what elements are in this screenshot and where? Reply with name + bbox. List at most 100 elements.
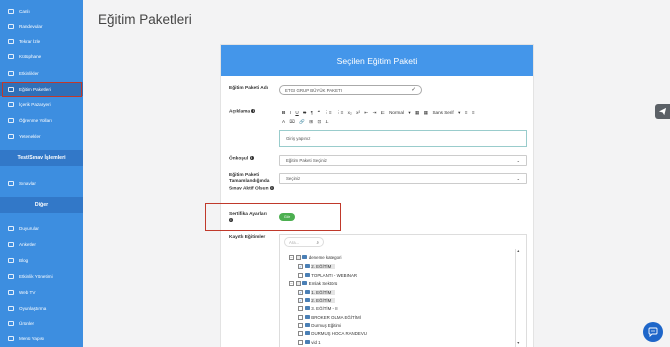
toolbar-button[interactable]: ▾ <box>458 110 460 116</box>
toolbar-button[interactable]: ⊡ <box>318 119 322 125</box>
sidebar-item-label: Tekrar İzle <box>19 38 41 44</box>
toolbar-button[interactable]: ⋮≡ <box>336 110 343 116</box>
sidebar-item-label: Etkinlikler <box>19 70 39 76</box>
collapse-icon[interactable]: − <box>289 280 294 286</box>
sidebar-item-label: Blog <box>19 257 29 263</box>
tree-node[interactable]: 3. EĞİTİM - II <box>298 304 342 312</box>
sidebar-item[interactable]: Sınavlar <box>0 176 83 190</box>
sidebar-item[interactable]: Öğrenme Yolları <box>0 113 83 127</box>
sidebar-item[interactable]: Tekrar İzle <box>0 34 83 48</box>
sidebar-item[interactable]: Oyunlaştırma <box>0 301 83 315</box>
tree-checkbox[interactable] <box>298 330 303 336</box>
toolbar-button[interactable]: ≡ <box>465 110 468 115</box>
description-editor: B I U S ¶ ❝ ⋮≡ ⋮≡ x₂ x² ⇤ ⇥ ⇇ Normal ▾ ▦ ▦ Sans Serif ▾ ≡ ≡ … <box>279 108 527 149</box>
sidebar-item[interactable]: Menü Yapısı <box>0 331 83 345</box>
toolbar-button[interactable]: ▾ <box>408 110 410 116</box>
sidebar-item[interactable]: Etkinlikler <box>0 66 83 80</box>
sidebar-item-label: İçerik Pazaryeri <box>19 101 51 107</box>
name-label: Eğitim Paketi Adı <box>229 86 269 91</box>
toolbar-button[interactable]: Normal <box>389 110 404 115</box>
sidebar-item[interactable]: Duyurular <box>0 221 83 235</box>
sidebar-item[interactable]: Blog <box>0 253 83 267</box>
info-icon: i <box>229 218 233 223</box>
exam-icon <box>8 180 14 186</box>
tree-node-label: 1. EĞİTİM <box>311 289 336 295</box>
tree-checkbox[interactable] <box>298 305 303 311</box>
tree-node-label: vid 1 <box>311 339 321 345</box>
sidebar-item[interactable]: Randevular <box>0 19 83 33</box>
tree-node[interactable]: ✓ 1. EĞİTİM <box>298 288 336 296</box>
chat-icon <box>648 327 658 337</box>
prereq-label: Önkoşul i <box>229 156 254 162</box>
tree-node[interactable]: DURMUŞ HOCA RANDEVU <box>298 329 371 337</box>
toolbar-button[interactable]: S <box>303 110 306 115</box>
tree-node[interactable]: − deneme kategori <box>289 253 346 261</box>
cert-toggle[interactable]: Gör <box>279 213 295 221</box>
tree-node[interactable]: BROKER OLMA EĞİTİMİ <box>298 313 365 321</box>
tree-node[interactable]: Durmuş Eğitimi <box>298 321 345 329</box>
tree-checkbox[interactable]: ✓ <box>298 263 303 269</box>
sidebar-item[interactable]: Anketler <box>0 237 83 251</box>
toolbar-button[interactable]: ⌧ <box>289 119 294 125</box>
tree-checkbox[interactable] <box>298 339 303 345</box>
toolbar-button[interactable]: x² <box>356 110 360 115</box>
section-test: Test/Sınav İşlemleri <box>0 150 83 166</box>
toolbar-button[interactable]: ⇇ <box>381 110 385 116</box>
tree-node[interactable]: ✓ 2. EĞİTİM <box>298 296 336 304</box>
folder-icon <box>304 323 310 327</box>
aftercomplete-select[interactable]: Seçiniz ⌄ <box>279 173 527 184</box>
toolbar-button[interactable]: B <box>282 110 285 115</box>
sidebar-item[interactable]: Yetenekler <box>0 129 83 143</box>
toolbar-button[interactable]: ▦ <box>415 110 419 116</box>
toolbar-button[interactable]: ≡ <box>472 110 475 115</box>
prereq-select[interactable]: Eğitim Paketi Seçiniz ⌄ <box>279 155 527 166</box>
tree-node-label: Durmuş Eğitimi <box>311 322 342 328</box>
toolbar-button[interactable]: Sans Serif <box>432 110 453 115</box>
chat-button[interactable] <box>643 322 663 342</box>
prereq-value: Eğitim Paketi Seçiniz <box>286 158 327 163</box>
toolbar-button[interactable]: I̶ <box>326 119 327 124</box>
sidebar-item[interactable]: Ürünler <box>0 316 83 330</box>
tree-checkbox[interactable]: ✓ <box>298 289 303 295</box>
toolbar-button[interactable]: ⊞ <box>309 119 313 125</box>
description-input[interactable]: Giriş yapınız <box>279 130 527 147</box>
toolbar-button[interactable]: ⇤ <box>364 110 368 116</box>
tree-node-label: BROKER OLMA EĞİTİMİ <box>311 314 361 320</box>
toolbar-button[interactable]: U <box>295 110 298 115</box>
paper-plane-button[interactable] <box>655 104 670 119</box>
scroll-down-icon[interactable]: ▼ <box>517 341 521 345</box>
aftercomplete-label: Eğitim Paketi Tamamlandığında Sınav Akti… <box>229 173 274 191</box>
tree-checkbox[interactable]: ✓ <box>298 297 303 303</box>
sidebar-item[interactable]: İçerik Pazaryeri <box>0 97 83 111</box>
sidebar-item-label: Randevular <box>19 23 43 29</box>
folder-icon <box>304 340 310 344</box>
tree-node[interactable]: vid 1 <box>298 338 325 346</box>
tree-checkbox[interactable] <box>298 322 303 328</box>
toolbar-button[interactable]: ❝ <box>317 110 319 116</box>
tree-node[interactable]: ✓ 2. EĞİTİM <box>298 262 336 270</box>
tree-node[interactable]: TOPLANTI - WEBINAR <box>298 271 361 279</box>
sidebar-item[interactable]: Etkinlik Yönetimi <box>0 269 83 283</box>
sidebar-item[interactable]: Kütüphane <box>0 49 83 63</box>
tree-checkbox[interactable] <box>298 314 303 320</box>
toolbar-button[interactable]: ⋮≡ <box>324 110 331 116</box>
sidebar-item[interactable]: Web TV <box>0 285 83 299</box>
collapse-icon[interactable]: − <box>289 254 294 260</box>
scroll-up-icon[interactable]: ▲ <box>517 249 521 253</box>
tree-checkbox[interactable] <box>295 280 301 286</box>
toolbar-button[interactable]: ¶ <box>311 110 313 115</box>
tree-scrollbar[interactable]: ▲ ▼ <box>515 249 520 347</box>
toolbar-button[interactable]: 🔗 <box>299 119 305 125</box>
toolbar-button[interactable]: A <box>282 119 285 124</box>
sidebar-item[interactable]: Canlı <box>0 4 83 18</box>
tree-search-input[interactable]: Ara... ⌕ <box>284 237 324 247</box>
tree-checkbox[interactable] <box>295 254 301 260</box>
tree-checkbox[interactable] <box>298 272 303 278</box>
name-input[interactable]: ETGI GRUP BÜYÜK PAKETI ✓ <box>279 85 422 95</box>
toolbar-button[interactable]: I <box>290 110 291 115</box>
toolbar-button[interactable]: x₂ <box>348 110 352 115</box>
toolbar-button[interactable]: ▦ <box>424 110 428 116</box>
tree-node[interactable]: − Emlak Sektörü <box>289 279 341 287</box>
calendar-icon <box>8 23 14 29</box>
toolbar-button[interactable]: ⇥ <box>373 110 377 116</box>
